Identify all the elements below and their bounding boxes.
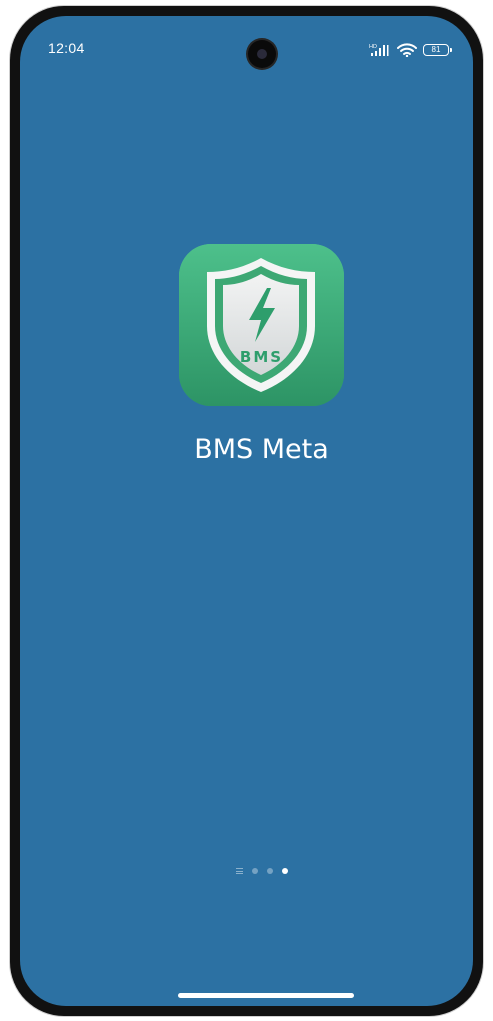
home-screen: 12:04 HD 81 BMS BMS Meta — [20, 16, 473, 1006]
app-list-indicator-icon[interactable] — [236, 868, 243, 874]
wifi-icon — [397, 43, 417, 57]
bms-meta-app-icon[interactable]: BMS — [179, 244, 344, 406]
battery-level: 81 — [431, 45, 441, 54]
app-shortcut-bms-meta[interactable]: BMS — [179, 244, 344, 409]
page-dot[interactable] — [252, 868, 258, 874]
battery-icon: 81 — [423, 44, 452, 56]
status-bar: 12:04 HD 81 — [20, 16, 473, 68]
app-label[interactable]: BMS Meta — [150, 434, 373, 465]
shield-icon — [179, 244, 344, 406]
page-dot[interactable] — [267, 868, 273, 874]
page-indicator[interactable] — [236, 866, 288, 876]
home-gesture-bar[interactable] — [178, 993, 354, 998]
front-camera — [248, 40, 276, 68]
phone-frame: 12:04 HD 81 BMS BMS Meta — [10, 6, 483, 1016]
status-icons: HD 81 — [369, 42, 452, 58]
network-label: HD — [369, 44, 377, 50]
signal-icon: HD — [369, 44, 389, 56]
page-dot-active[interactable] — [282, 868, 288, 874]
app-icon-text: BMS — [239, 348, 284, 366]
status-time: 12:04 — [48, 40, 85, 56]
